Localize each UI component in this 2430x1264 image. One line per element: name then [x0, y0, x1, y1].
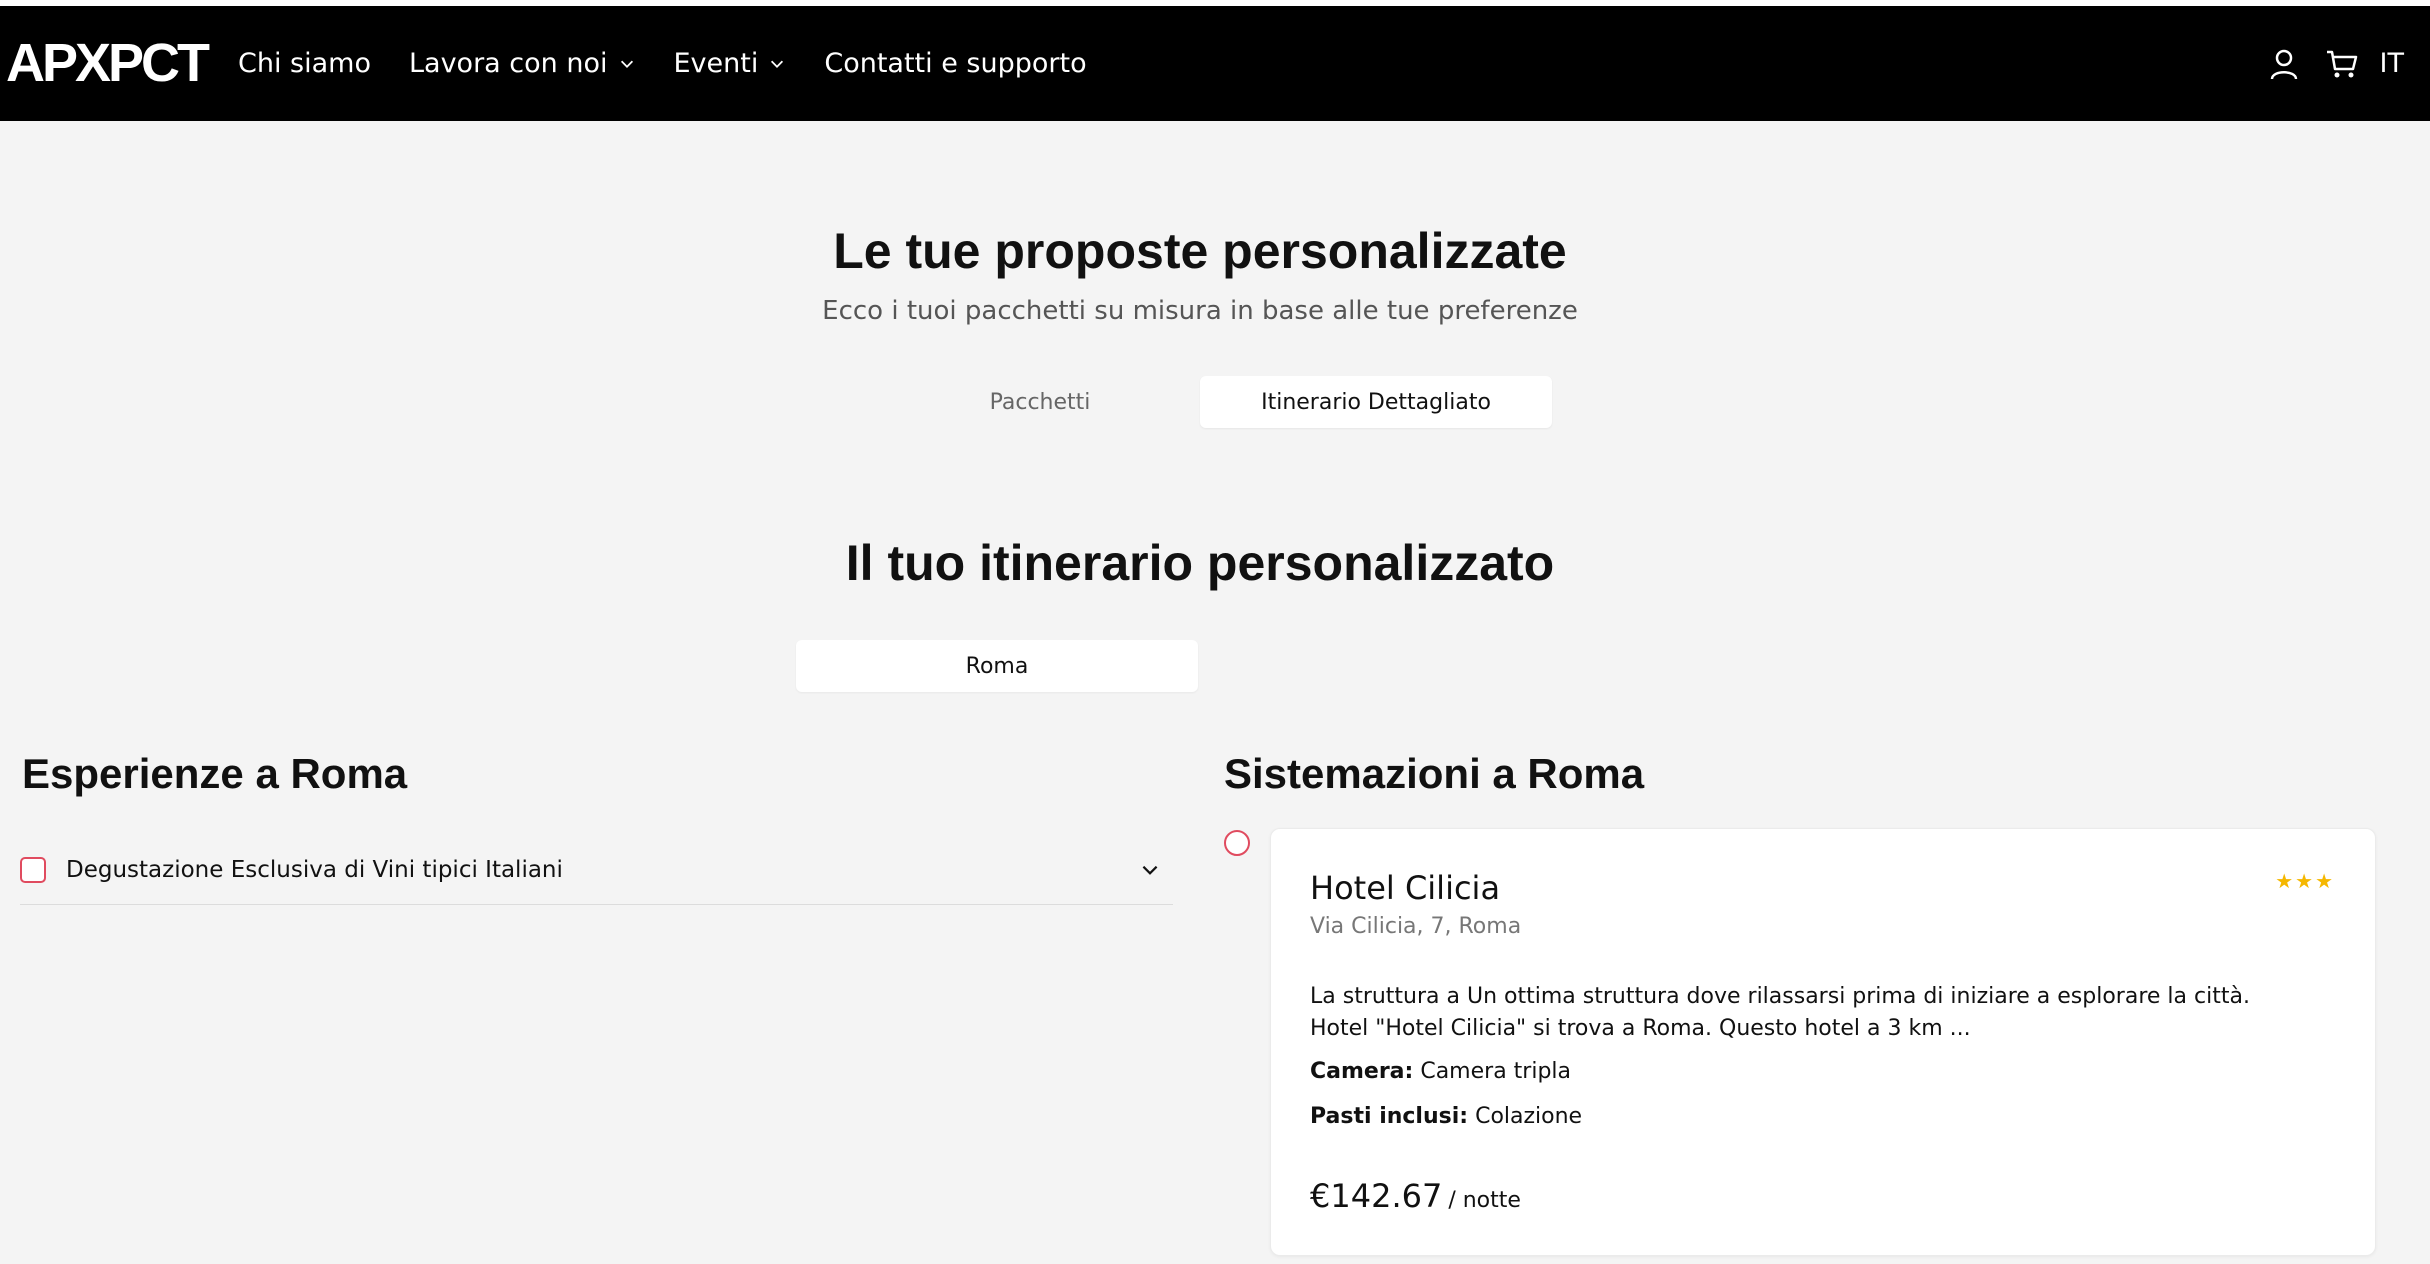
meals-included: Pasti inclusi: Colazione — [1310, 1104, 1582, 1129]
hotel-card[interactable]: Hotel Cilicia ★★★ Via Cilicia, 7, Roma L… — [1270, 828, 2376, 1256]
cart-icon[interactable] — [2322, 44, 2362, 84]
room-label: Camera: — [1310, 1059, 1414, 1084]
room-value: Camera tripla — [1420, 1059, 1572, 1084]
language-switcher[interactable]: IT — [2380, 48, 2404, 79]
price-unit: / notte — [1448, 1188, 1521, 1213]
nav-label: Eventi — [673, 48, 759, 79]
user-icon[interactable] — [2264, 44, 2304, 84]
nav-label: Chi siamo — [238, 48, 371, 79]
nav-contatti-supporto[interactable]: Contatti e supporto — [824, 48, 1086, 79]
star-rating: ★★★ — [2275, 869, 2335, 893]
hotel-address: Via Cilicia, 7, Roma — [1310, 914, 1522, 939]
header-actions: IT — [2264, 6, 2430, 121]
meals-label: Pasti inclusi: — [1310, 1104, 1469, 1129]
page-subtitle: Ecco i tuoi pacchetti su misura in base … — [822, 296, 1578, 326]
experience-label: Degustazione Esclusiva di Vini tipici It… — [66, 856, 563, 883]
experiences-title: Esperienze a Roma — [22, 750, 408, 797]
page-title: Le tue proposte personalizzate — [833, 223, 1567, 279]
chevron-down-icon — [771, 60, 784, 68]
hotel-price: €142.67/ notte — [1310, 1177, 1521, 1215]
hotel-description: La struttura a Un ottima struttura dove … — [1310, 984, 2250, 1041]
chevron-down-icon — [620, 60, 633, 68]
price-value: €142.67 — [1310, 1177, 1443, 1215]
site-header: APXPCT Chi siamo Lavora con noi Eventi C… — [0, 6, 2430, 121]
room-type: Camera: Camera tripla — [1310, 1059, 1571, 1084]
meals-value: Colazione — [1475, 1104, 1583, 1129]
experience-checkbox[interactable] — [20, 856, 46, 883]
hotel-radio[interactable] — [1224, 830, 1250, 856]
itinerary-title: Il tuo itinerario personalizzato — [845, 535, 1555, 591]
experience-item[interactable]: Degustazione Esclusiva di Vini tipici It… — [20, 835, 1173, 905]
accommodations-title: Sistemazioni a Roma — [1224, 750, 1645, 797]
tab-itinerario-dettagliato[interactable]: Itinerario Dettagliato — [1200, 376, 1552, 428]
nav-label: Contatti e supporto — [824, 48, 1087, 79]
nav-label: Lavora con noi — [408, 48, 608, 79]
logo[interactable]: APXPCT — [6, 36, 210, 90]
tab-pacchetti[interactable]: Pacchetti — [880, 376, 1200, 428]
chevron-down-icon[interactable] — [1139, 859, 1161, 881]
nav-lavora-con-noi[interactable]: Lavora con noi — [409, 48, 636, 79]
nav-chi-siamo[interactable]: Chi siamo — [238, 48, 371, 79]
nav-eventi[interactable]: Eventi — [674, 48, 787, 79]
city-tab-roma[interactable]: Roma — [796, 640, 1198, 692]
hotel-name: Hotel Cilicia — [1310, 869, 1501, 907]
view-tabs: Pacchetti Itinerario Dettagliato — [880, 376, 1552, 428]
main-nav: Chi siamo Lavora con noi Eventi Contatti… — [238, 6, 1125, 121]
